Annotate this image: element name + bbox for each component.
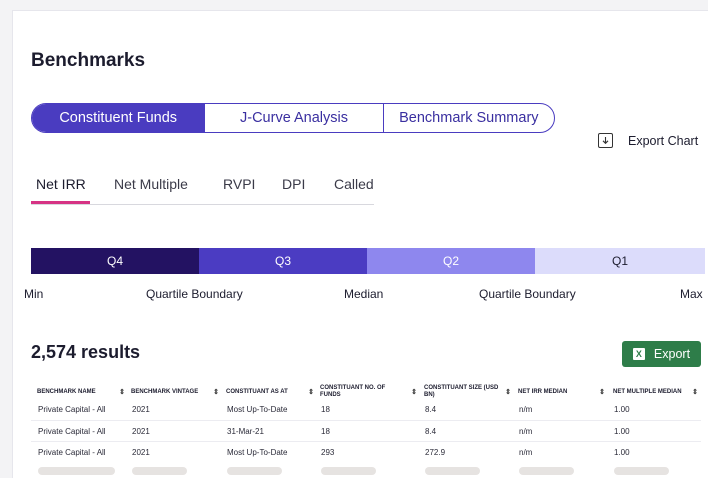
scale-label-median: Median [344, 287, 384, 301]
loading-placeholder [519, 467, 574, 475]
download-icon [598, 133, 613, 148]
loading-placeholder [614, 467, 669, 475]
cell-net-irr-median: n/m [519, 448, 533, 457]
cell-no-of-funds: 18 [321, 427, 330, 436]
cell-net-irr-median: n/m [519, 405, 533, 414]
row-divider [31, 441, 701, 442]
metric-tabs: Net IRR Net Multiple RVPI DPI Called [31, 176, 374, 205]
quartile-q1: Q1 [535, 248, 705, 274]
cell-benchmark-vintage: 2021 [132, 427, 150, 436]
cell-constituant-as-at: Most Up-To-Date [227, 405, 288, 414]
sort-icon: ⇕ [505, 388, 511, 396]
column-header-label: NET MULTIPLE MEDIAN [613, 388, 682, 395]
sort-icon: ⇕ [213, 388, 219, 396]
cell-no-of-funds: 293 [321, 448, 335, 457]
column-header-label: BENCHMARK VINTAGE [131, 388, 199, 395]
page-title: Benchmarks [31, 50, 146, 71]
cell-net-irr-median: n/m [519, 427, 533, 436]
tab-dpi[interactable]: DPI [282, 176, 305, 192]
column-header-label: CONSTITUANT AS AT [226, 388, 288, 395]
cell-benchmark-vintage: 2021 [132, 448, 150, 457]
cell-net-multiple-median: 1.00 [614, 427, 630, 436]
cell-benchmark-name: Private Capital - All [38, 405, 106, 414]
column-header-benchmark-name[interactable]: BENCHMARK NAME ⇕ [37, 381, 125, 403]
loading-placeholder [227, 467, 282, 475]
export-button-label: Export [653, 347, 691, 361]
active-tab-underline [31, 201, 90, 204]
quartile-q4: Q4 [31, 248, 199, 274]
scale-label-max: Max [680, 287, 703, 301]
sort-icon: ⇕ [308, 388, 314, 396]
column-header-constituant-size[interactable]: CONSTITUANT SIZE (USD BN) ⇕ [424, 381, 511, 403]
quartile-q2: Q2 [367, 248, 535, 274]
column-header-net-irr-median[interactable]: NET IRR MEDIAN ⇕ [518, 381, 605, 403]
cell-net-multiple-median: 1.00 [614, 448, 630, 457]
tab-net-irr[interactable]: Net IRR [36, 176, 86, 192]
sort-icon: ⇕ [692, 388, 698, 396]
loading-placeholder [132, 467, 187, 475]
scale-label-lower-boundary: Quartile Boundary [146, 287, 243, 301]
column-header-label: NET IRR MEDIAN [518, 388, 568, 395]
column-header-label: CONSTITUANT SIZE (USD BN) [424, 385, 499, 398]
column-header-constituant-as-at[interactable]: CONSTITUANT AS AT ⇕ [226, 381, 314, 403]
export-button[interactable]: X Export [622, 341, 701, 367]
benchmarks-card [12, 10, 708, 478]
cell-size: 8.4 [425, 427, 437, 436]
export-chart-label: Export Chart [628, 133, 699, 148]
tab-called[interactable]: Called [334, 176, 374, 192]
results-count: 2,574 results [31, 342, 141, 362]
cell-benchmark-name: Private Capital - All [38, 448, 106, 457]
column-header-label: BENCHMARK NAME [37, 388, 96, 395]
export-chart-button[interactable]: Export Chart [598, 133, 698, 148]
tab-rvpi[interactable]: RVPI [223, 176, 255, 192]
excel-icon: X [632, 348, 645, 360]
loading-placeholder [321, 467, 376, 475]
column-header-label: CONSTITUANT NO. OF FUNDS [320, 385, 386, 398]
tab-benchmark-summary[interactable]: Benchmark Summary [382, 104, 554, 132]
sort-icon: ⇕ [411, 388, 417, 396]
cell-constituant-as-at: Most Up-To-Date [227, 448, 288, 457]
column-header-benchmark-vintage[interactable]: BENCHMARK VINTAGE ⇕ [131, 381, 219, 403]
sort-icon: ⇕ [119, 388, 125, 396]
loading-placeholder [38, 467, 115, 475]
cell-no-of-funds: 18 [321, 405, 330, 414]
cell-constituant-as-at: 31-Mar-21 [227, 427, 264, 436]
tab-j-curve-analysis[interactable]: J-Curve Analysis [204, 104, 382, 132]
scale-label-upper-boundary: Quartile Boundary [479, 287, 576, 301]
cell-size: 8.4 [425, 405, 437, 414]
quartile-q3: Q3 [199, 248, 367, 274]
quartile-bar: Q4 Q3 Q2 Q1 [31, 248, 705, 274]
tab-net-multiple[interactable]: Net Multiple [114, 176, 188, 192]
sort-icon: ⇕ [599, 388, 605, 396]
cell-size: 272.9 [425, 448, 446, 457]
row-divider [31, 420, 701, 421]
column-header-constituant-no-funds[interactable]: CONSTITUANT NO. OF FUNDS ⇕ [320, 381, 417, 403]
cell-benchmark-name: Private Capital - All [38, 427, 106, 436]
cell-net-multiple-median: 1.00 [614, 405, 630, 414]
column-header-net-multiple-median[interactable]: NET MULTIPLE MEDIAN ⇕ [613, 381, 698, 403]
tab-constituent-funds[interactable]: Constituent Funds [32, 104, 205, 132]
loading-placeholder [425, 467, 480, 475]
cell-benchmark-vintage: 2021 [132, 405, 150, 414]
view-tab-group: Constituent Funds J-Curve Analysis Bench… [31, 103, 555, 133]
scale-label-min: Min [24, 287, 44, 301]
